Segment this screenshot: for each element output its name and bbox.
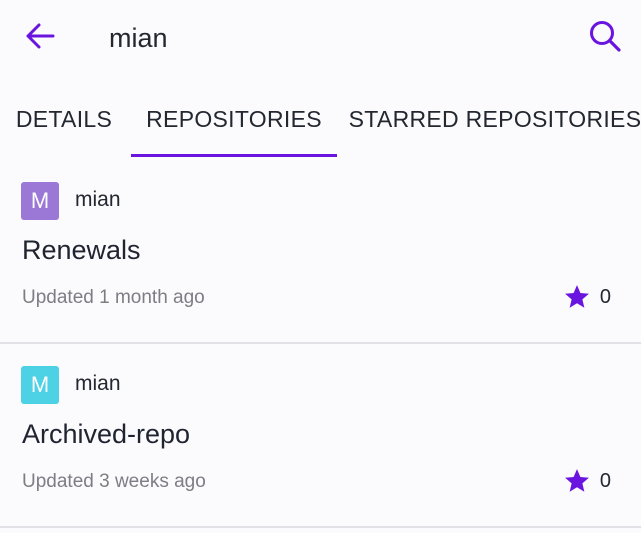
tab-details[interactable]: DETAILS bbox=[0, 80, 128, 158]
app-screen: mian DETAILS REPOSITORIES STARRED REPOSI… bbox=[0, 0, 641, 533]
repository-owner: mian bbox=[75, 372, 121, 395]
star-count-group: 0 bbox=[563, 467, 611, 495]
repository-list-item[interactable]: M mian Renewals Updated 1 month ago 0 bbox=[0, 160, 641, 344]
repository-name: Archived-repo bbox=[22, 419, 191, 449]
tab-starred-repositories[interactable]: STARRED REPOSITORIES bbox=[345, 80, 641, 158]
star-count: 0 bbox=[599, 469, 611, 492]
owner-avatar: M bbox=[21, 366, 59, 404]
star-icon bbox=[563, 467, 591, 495]
repository-name: Renewals bbox=[22, 235, 141, 265]
repository-updated-time: Updated 1 month ago bbox=[22, 287, 205, 308]
star-count: 0 bbox=[599, 285, 611, 308]
star-icon bbox=[563, 283, 591, 311]
tab-repositories[interactable]: REPOSITORIES bbox=[131, 80, 337, 158]
search-icon bbox=[588, 19, 622, 58]
star-count-group: 0 bbox=[563, 283, 611, 311]
back-button[interactable] bbox=[20, 18, 60, 58]
tab-bar: DETAILS REPOSITORIES STARRED REPOSITORIE… bbox=[0, 80, 641, 158]
selected-tab-indicator bbox=[131, 154, 337, 157]
search-button[interactable] bbox=[583, 16, 627, 60]
repository-list-item[interactable]: M mian Archived-repo Updated 3 weeks ago… bbox=[0, 344, 641, 528]
repository-list: M mian Renewals Updated 1 month ago 0 M … bbox=[0, 160, 641, 528]
arrow-left-icon bbox=[25, 22, 55, 55]
repository-updated-time: Updated 3 weeks ago bbox=[22, 471, 206, 492]
owner-avatar: M bbox=[21, 182, 59, 220]
top-app-bar: mian bbox=[0, 0, 641, 78]
repository-owner: mian bbox=[75, 188, 121, 211]
page-title: mian bbox=[109, 23, 168, 53]
